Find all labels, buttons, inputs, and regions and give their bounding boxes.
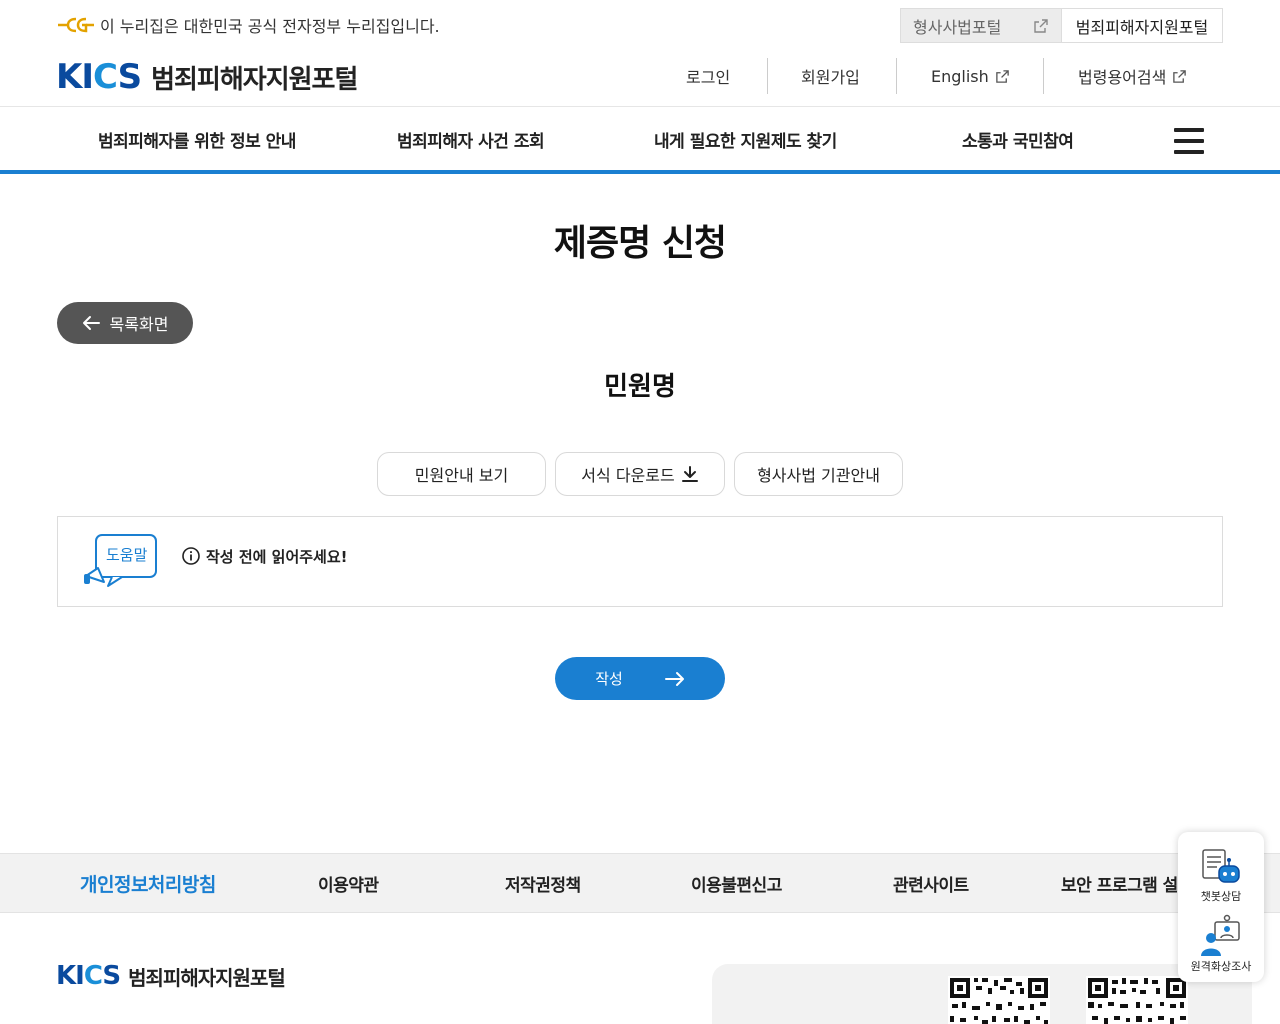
external-link-icon (1173, 69, 1187, 83)
gov-banner: 이 누리집은 대한민국 공식 전자정부 누리집입니다. (56, 12, 440, 38)
footer-link-label: 이용약관 (318, 875, 379, 896)
chatbot-icon (1202, 849, 1240, 883)
footer-link-label: 보안 프로그램 설치 (1061, 875, 1177, 896)
footer-logo-name: 범죄피해자지원포털 (128, 965, 286, 990)
pill-label: 서식 다운로드 (581, 466, 675, 485)
footer-link-label: 관련사이트 (893, 875, 969, 896)
help-notice-text: 작성 전에 읽어주세요! (206, 547, 348, 566)
back-button-label: 목록화면 (109, 315, 169, 334)
english-label: English (931, 66, 989, 86)
portal-tabs: 형사사법포털 범죄피해자지원포털 (900, 8, 1223, 43)
gnb-label: 범죄피해자를 위한 정보 안내 (98, 131, 296, 152)
external-link-icon (996, 69, 1009, 83)
logo-mark: KICS (56, 57, 142, 97)
external-link-icon (1034, 18, 1048, 33)
gnb-underline (0, 170, 1280, 174)
logo-mark: KICS (56, 961, 121, 991)
portal-tab-criminal-justice[interactable]: 형사사법포털 (900, 8, 1062, 43)
arrow-left-icon (82, 316, 100, 330)
portal-tab-victim-support[interactable]: 범죄피해자지원포털 (1062, 8, 1223, 43)
util-divider (1043, 58, 1044, 94)
footer-logo: KICS 범죄피해자지원포털 (56, 960, 286, 992)
footer-link-label: 이용불편신고 (691, 875, 782, 896)
video-inquiry-button[interactable]: 원격화상조사 (1178, 914, 1264, 974)
page-title: 제증명 신청 (553, 223, 727, 264)
util-divider (896, 58, 897, 94)
footer-link-copyright[interactable]: 저작권정책 (505, 853, 581, 913)
arrow-right-icon (664, 671, 684, 686)
qr-code-icon (1086, 976, 1188, 1024)
login-label: 로그인 (686, 68, 731, 87)
portal-tab-label: 범죄피해자지원포털 (1075, 17, 1209, 37)
gnb-item-info[interactable]: 범죄피해자를 위한 정보 안내 (98, 106, 296, 172)
footer-link-related-sites[interactable]: 관련사이트 (893, 853, 969, 913)
gnb-item-case-lookup[interactable]: 범죄피해자 사건 조회 (397, 106, 545, 172)
footer-link-privacy[interactable]: 개인정보처리방침 (80, 853, 216, 913)
pill-label: 형사사법 기관안내 (757, 466, 880, 485)
write-button-label: 작성 (595, 670, 623, 688)
login-link[interactable]: 로그인 (686, 58, 730, 94)
footer-link-report[interactable]: 이용불편신고 (691, 853, 782, 913)
gnb-label: 소통과 국민참여 (962, 131, 1074, 152)
chatbot-label: 챗봇상담 (1200, 890, 1242, 903)
help-notice: 작성 전에 읽어주세요! (182, 545, 348, 567)
law-search-label: 법령용어검색 (1078, 68, 1167, 87)
portal-tab-label: 형사사법포털 (913, 17, 1002, 37)
back-to-list-button[interactable]: 목록화면 (57, 302, 193, 344)
site-logo[interactable]: KICS 범죄피해자지원포털 (56, 57, 358, 97)
petition-guide-button[interactable]: 민원안내 보기 (377, 452, 546, 496)
util-divider (767, 58, 768, 94)
gnb-label: 내게 필요한 지원제도 찾기 (654, 131, 837, 152)
law-search-link[interactable]: 법령용어검색 (1078, 58, 1187, 94)
pill-label: 민원안내 보기 (414, 466, 509, 485)
gov-banner-text: 이 누리집은 대한민국 공식 전자정부 누리집입니다. (100, 17, 440, 36)
chatbot-button[interactable]: 챗봇상담 (1178, 848, 1264, 904)
footer-link-terms[interactable]: 이용약관 (318, 853, 379, 913)
gnb-item-support-finder[interactable]: 내게 필요한 지원제도 찾기 (654, 106, 837, 172)
write-button[interactable]: 작성 (555, 657, 725, 700)
video-inquiry-icon (1201, 914, 1240, 956)
agency-guide-button[interactable]: 형사사법 기관안내 (734, 452, 903, 496)
help-badge-text: 도움말 (106, 546, 148, 564)
signup-label: 회원가입 (801, 68, 860, 87)
info-icon (182, 547, 200, 565)
video-inquiry-label: 원격화상조사 (1190, 960, 1252, 973)
signup-link[interactable]: 회원가입 (801, 58, 860, 94)
footer-link-label: 저작권정책 (505, 875, 581, 896)
gnb-label: 범죄피해자 사건 조회 (397, 131, 545, 152)
gnb-item-participation[interactable]: 소통과 국민참여 (962, 106, 1074, 172)
english-link[interactable]: English (931, 58, 1010, 94)
footer-link-security-program[interactable]: 보안 프로그램 설치 (1061, 853, 1177, 913)
form-download-button[interactable]: 서식 다운로드 (555, 452, 725, 496)
qr-code-icon (948, 976, 1050, 1024)
footer-link-label: 개인정보처리방침 (80, 873, 216, 896)
gov-mark-icon (58, 17, 94, 33)
download-icon (681, 466, 698, 482)
logo-name: 범죄피해자지원포털 (151, 64, 358, 95)
menu-icon[interactable] (1174, 128, 1204, 154)
civil-petition-name: 민원명 (604, 372, 676, 402)
